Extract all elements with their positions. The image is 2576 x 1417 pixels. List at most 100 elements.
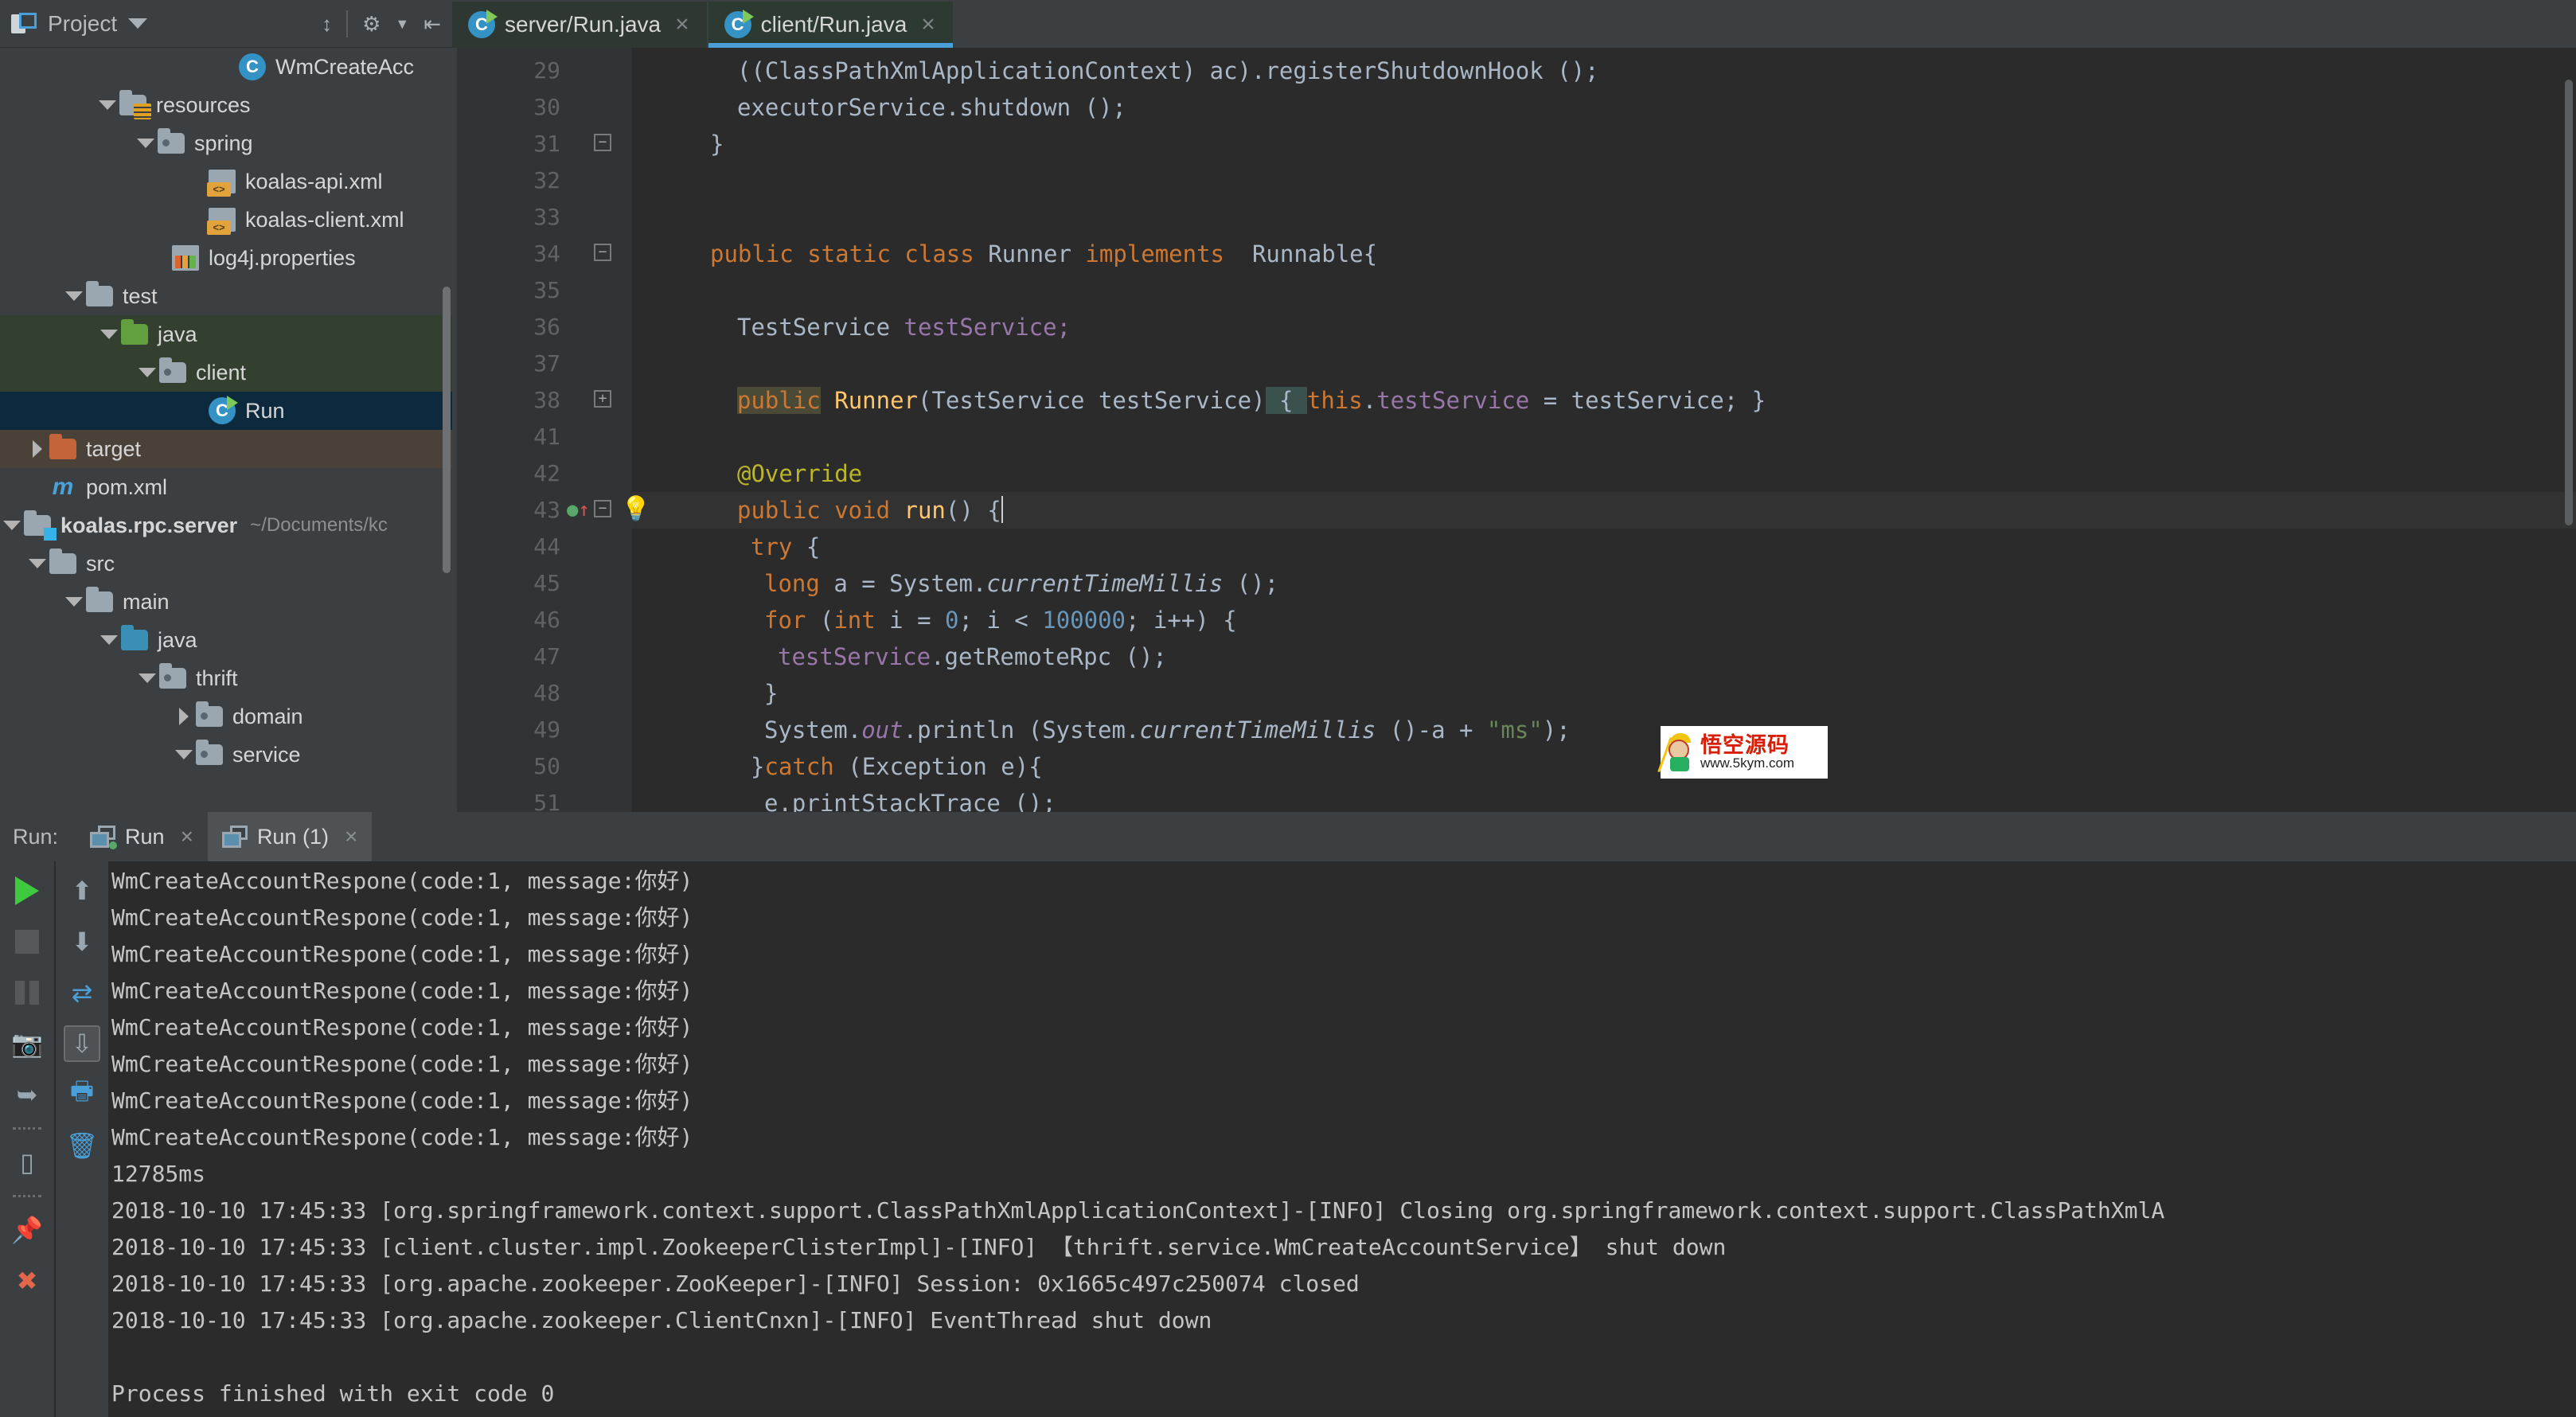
export-icon[interactable]: ➥ [9, 1076, 45, 1113]
code-line[interactable]: } [710, 126, 724, 162]
console-icon[interactable]: ▯ [9, 1144, 45, 1181]
chevron-down-icon[interactable] [134, 139, 158, 148]
code-editor[interactable]: 29 ((ClassPathXmlApplicationContext) ac).… [457, 48, 2576, 812]
soft-wrap-icon[interactable]: ⇄ [64, 974, 100, 1011]
close-icon[interactable]: × [345, 824, 357, 849]
tree-item-thrift[interactable]: thrift [0, 659, 452, 697]
scroll-up-icon[interactable]: ⬆ [64, 872, 100, 909]
fold-toggle-minus[interactable]: − [594, 134, 611, 151]
chevron-down-icon[interactable] [97, 330, 121, 339]
tree-item-src[interactable]: src [0, 545, 452, 583]
chevron-down-icon[interactable] [96, 100, 119, 110]
collapse-all-icon[interactable]: ↕ [322, 14, 332, 34]
sidebar-scrollbar[interactable] [443, 287, 451, 573]
line-number: 44 [457, 529, 560, 565]
clear-all-icon[interactable]: 🗑 [64, 1127, 100, 1164]
run-toolbar-right: ⬆ ⬇ ⇄ ⇩ 🖶 🗑 [56, 861, 108, 1417]
tree-item-target[interactable]: target [0, 430, 452, 468]
run-tab-label: Run [125, 825, 165, 849]
tree-item-run[interactable]: C Run [0, 392, 452, 430]
tree-item-client[interactable]: client [0, 353, 452, 392]
code-line[interactable]: try { [751, 529, 820, 565]
code-line[interactable]: @Override [737, 455, 862, 492]
package-folder-icon [159, 362, 186, 383]
tree-item-service[interactable]: service [0, 736, 452, 774]
fold-toggle-minus[interactable]: − [594, 500, 611, 517]
chevron-down-icon[interactable] [172, 750, 196, 759]
chevron-down-icon[interactable] [62, 597, 86, 607]
print-icon[interactable]: 🖶 [64, 1076, 100, 1113]
tree-item-koalas-api-xml[interactable]: koalas-api.xml [0, 162, 452, 201]
code-line[interactable]: public void run() { [737, 492, 1003, 529]
code-line[interactable]: ((ClassPathXmlApplicationContext) ac).re… [737, 53, 1599, 89]
close-icon[interactable]: × [921, 11, 935, 38]
line-number: 43 [457, 492, 560, 529]
line-number: 29 [457, 53, 560, 89]
camera-icon[interactable]: 📷 [9, 1025, 45, 1062]
method-override-marker[interactable]: ●↑ [567, 498, 590, 521]
project-tree[interactable]: C WmCreateAcc resources spring koalas-ap… [0, 48, 452, 812]
close-icon[interactable]: × [675, 11, 689, 38]
tree-item-partial[interactable]: C WmCreateAcc [0, 48, 452, 86]
tree-item-log4j-properties[interactable]: log4j.properties [0, 239, 452, 277]
scroll-down-icon[interactable]: ⬇ [64, 923, 100, 960]
code-line[interactable]: }catch (Exception e){ [751, 748, 1043, 785]
run-tab-run-1[interactable]: Run (1) × [208, 812, 372, 861]
chevron-down-icon[interactable] [135, 673, 159, 683]
code-line[interactable]: long a = System.currentTimeMillis (); [764, 565, 1278, 602]
properties-file-icon [172, 245, 199, 271]
code-line[interactable]: executorService.shutdown (); [737, 89, 1126, 126]
tree-item-main-java[interactable]: java [0, 621, 452, 659]
hide-panel-icon[interactable]: ⇤ [423, 14, 441, 34]
console-line: WmCreateAccountRespone(code:1, message:你… [111, 900, 2576, 936]
fold-toggle-plus[interactable]: + [594, 390, 611, 408]
intention-bulb-icon[interactable]: 💡 [621, 495, 650, 523]
tree-item-resources[interactable]: resources [0, 86, 452, 124]
code-line[interactable]: public Runner(TestService testService) {… [737, 382, 1766, 419]
tab-label: client/Run.java [761, 12, 907, 37]
console-output[interactable]: WmCreateAccountRespone(code:1, message:你… [111, 861, 2576, 1417]
tree-item-pom-xml[interactable]: m pom.xml [0, 468, 452, 506]
stop-icon[interactable] [9, 923, 45, 960]
close-icon[interactable]: × [181, 824, 193, 849]
chevron-down-icon[interactable] [25, 559, 49, 568]
tree-item-main[interactable]: main [0, 583, 452, 621]
line-number: 45 [457, 565, 560, 602]
chevron-right-icon[interactable] [25, 440, 49, 458]
tab-client-run-java[interactable]: C client/Run.java × [708, 2, 953, 48]
chevron-down-icon[interactable] [135, 368, 159, 377]
toolbar-divider [346, 10, 348, 37]
chevron-down-small-icon[interactable]: ▼ [395, 17, 409, 31]
tree-item-test-java[interactable]: java [0, 315, 452, 353]
code-line[interactable]: System.out.println (System.currentTimeMi… [764, 712, 1571, 748]
chevron-down-icon[interactable] [62, 291, 86, 301]
code-line[interactable]: testService.getRemoteRpc (); [778, 638, 1167, 675]
pause-icon[interactable] [9, 974, 45, 1011]
editor-code-area[interactable]: 29 ((ClassPathXmlApplicationContext) ac).… [457, 48, 2576, 812]
scroll-to-end-icon[interactable]: ⇩ [64, 1025, 100, 1062]
run-tab-run[interactable]: Run × [76, 812, 208, 861]
close-icon[interactable]: ✖ [9, 1263, 45, 1299]
code-line[interactable]: } [764, 675, 778, 712]
code-line[interactable]: public static class Runner implements Ru… [710, 236, 1377, 272]
chevron-right-icon[interactable] [172, 708, 196, 725]
code-line[interactable]: e.printStackTrace (); [764, 785, 1056, 812]
chevron-down-icon[interactable] [97, 635, 121, 645]
rerun-icon[interactable] [9, 872, 45, 909]
pin-icon[interactable]: 📌 [9, 1212, 45, 1248]
tree-item-test[interactable]: test [0, 277, 452, 315]
tree-item-domain[interactable]: domain [0, 697, 452, 736]
chevron-down-icon[interactable] [128, 18, 147, 29]
tree-item-koalas-client-xml[interactable]: koalas-client.xml [0, 201, 452, 239]
code-line[interactable]: for (int i = 0; i < 100000; i++) { [764, 602, 1237, 638]
fold-toggle-minus[interactable]: − [594, 244, 611, 261]
gear-icon[interactable]: ⚙ [362, 14, 381, 34]
chevron-down-icon[interactable] [0, 521, 24, 530]
tree-item-koalas-rpc-server[interactable]: koalas.rpc.server ~/Documents/kc [0, 506, 452, 545]
line-number: 51 [457, 785, 560, 812]
code-line[interactable]: TestService testService; [737, 309, 1071, 345]
tree-item-spring[interactable]: spring [0, 124, 452, 162]
tab-server-run-java[interactable]: C server/Run.java × [452, 2, 707, 48]
editor-scrollbar[interactable] [2565, 80, 2573, 525]
tree-item-label: koalas-client.xml [245, 208, 404, 232]
